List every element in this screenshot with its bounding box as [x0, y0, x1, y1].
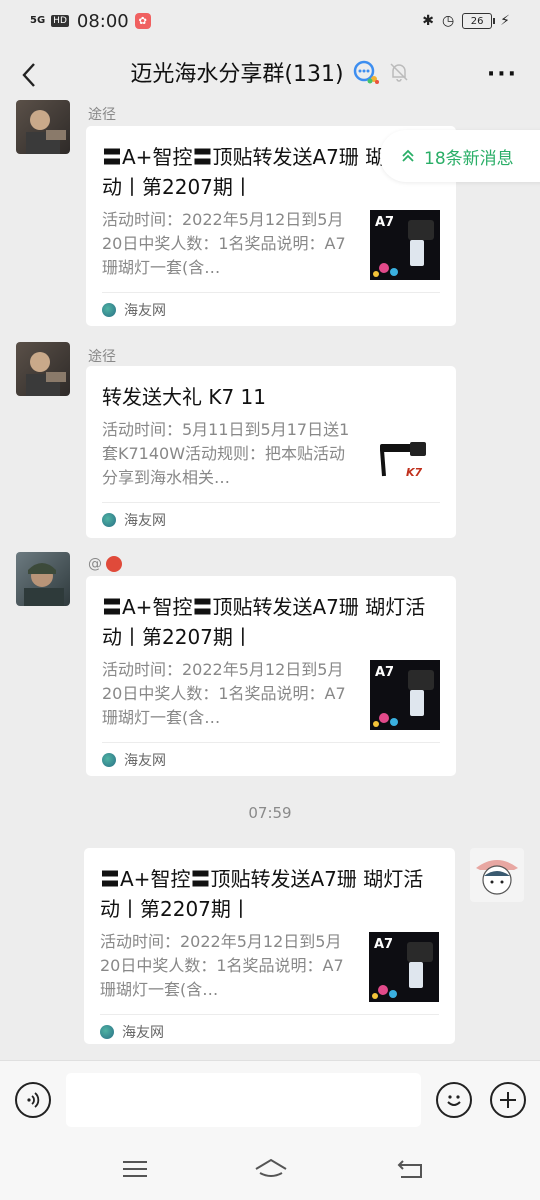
link-card[interactable]: 转发送大礼 K7 11 活动时间：5月11日到5月17日送1套K7140W活动规…	[86, 366, 456, 538]
card-description: 活动时间：5月11日到5月17日送1套K7140W活动规则：把本贴活动分享到海水…	[102, 420, 350, 487]
source-logo-icon	[102, 302, 116, 317]
card-source: 海友网	[124, 512, 166, 529]
card-description: 活动时间：2022年5月12日到5月20日中奖人数：1名奖品说明：A7珊瑚灯一套…	[100, 932, 344, 999]
new-messages-button[interactable]: 18条新消息	[380, 130, 540, 182]
source-logo-icon	[102, 512, 116, 527]
group-chat-icon	[353, 60, 379, 84]
card-title: 转发送大礼 K7 11	[102, 385, 267, 409]
new-messages-label: 18条新消息	[424, 148, 514, 169]
double-chevron-up-icon	[402, 149, 414, 162]
link-card[interactable]: 〓A+智控〓顶贴转发送A7珊 瑚灯活动丨第2207期丨 活动时间：2022年5月…	[84, 848, 455, 1044]
bluetooth-icon: ✱	[422, 13, 434, 29]
source-logo-icon	[102, 752, 116, 767]
menu-icon	[123, 1161, 147, 1177]
voice-icon	[27, 1092, 40, 1108]
sender-name: @	[88, 556, 122, 572]
chat-header: 迈光海水分享群(131) ···	[0, 42, 540, 108]
svg-text:A7: A7	[374, 937, 393, 952]
sender-name: 途径	[88, 107, 116, 123]
avatar[interactable]	[16, 342, 70, 396]
card-thumbnail: A7	[370, 210, 440, 280]
alarm-icon: ◷	[441, 13, 455, 29]
emoji-button[interactable]	[436, 1082, 472, 1118]
avatar[interactable]	[16, 552, 70, 606]
svg-text:K7: K7	[406, 466, 423, 479]
card-title: 〓A+智控〓顶贴转发送A7珊 瑚灯活动丨第2207期丨	[102, 595, 426, 649]
status-bar: 5G HD 08:00 ✿ ✱ ◷ 26 ⚡	[0, 0, 540, 42]
card-title: 〓A+智控〓顶贴转发送A7珊 瑚灯活动丨第2207期丨	[100, 867, 424, 921]
input-bar	[0, 1060, 540, 1138]
card-source: 海友网	[124, 302, 166, 319]
chat-title[interactable]: 迈光海水分享群(131)	[130, 56, 343, 88]
hd-badge: HD	[51, 15, 69, 27]
source-logo-icon	[100, 1024, 114, 1039]
return-icon	[397, 1160, 422, 1178]
card-thumbnail: K7	[370, 420, 440, 490]
home-icon	[255, 1158, 287, 1177]
card-description: 活动时间：2022年5月12日到5月20日中奖人数：1名奖品说明：A7珊瑚灯一套…	[102, 660, 346, 727]
link-card[interactable]: 〓A+智控〓顶贴转发送A7珊 瑚灯活动丨第2207期丨 活动时间：2022年5月…	[86, 576, 456, 776]
recent-apps-button[interactable]	[120, 1156, 150, 1182]
sender-emoji-icon	[106, 556, 122, 572]
card-source: 海友网	[122, 1024, 164, 1041]
timestamp-divider: 07:59	[248, 804, 292, 822]
chat-message-list[interactable]: 途径 〓A+智控〓顶贴转发送A7珊 瑚灯活动丨第2207期丨 活动时间：2022…	[0, 100, 540, 1060]
system-nav-bar	[0, 1138, 540, 1200]
more-dots-icon: ···	[486, 62, 518, 87]
back-nav-button[interactable]	[396, 1156, 426, 1182]
message-input[interactable]	[66, 1073, 421, 1127]
signal-indicator: 5G	[30, 15, 46, 26]
svg-text:A7: A7	[375, 665, 394, 680]
sender-name: 途径	[88, 349, 116, 365]
emoji-icon	[447, 1095, 461, 1106]
card-description: 活动时间：2022年5月12日到5月20日中奖人数：1名奖品说明：A7珊瑚灯一套…	[102, 210, 346, 277]
avatar[interactable]	[470, 848, 524, 902]
battery-indicator: 26	[462, 13, 496, 29]
notification-app-icon: ✿	[134, 13, 151, 29]
avatar[interactable]	[16, 100, 70, 154]
home-button[interactable]	[254, 1156, 288, 1182]
card-source: 海友网	[124, 752, 166, 769]
more-actions-button[interactable]	[490, 1082, 526, 1118]
plus-icon	[500, 1092, 516, 1108]
clock: 08:00	[76, 10, 129, 32]
more-options-button[interactable]: ···	[487, 62, 518, 87]
charging-icon: ⚡	[500, 13, 510, 29]
svg-text:A7: A7	[375, 215, 394, 230]
mute-bell-icon	[390, 63, 408, 82]
voice-button[interactable]	[15, 1082, 51, 1118]
card-thumbnail: A7	[369, 932, 439, 1002]
card-thumbnail: A7	[370, 660, 440, 730]
